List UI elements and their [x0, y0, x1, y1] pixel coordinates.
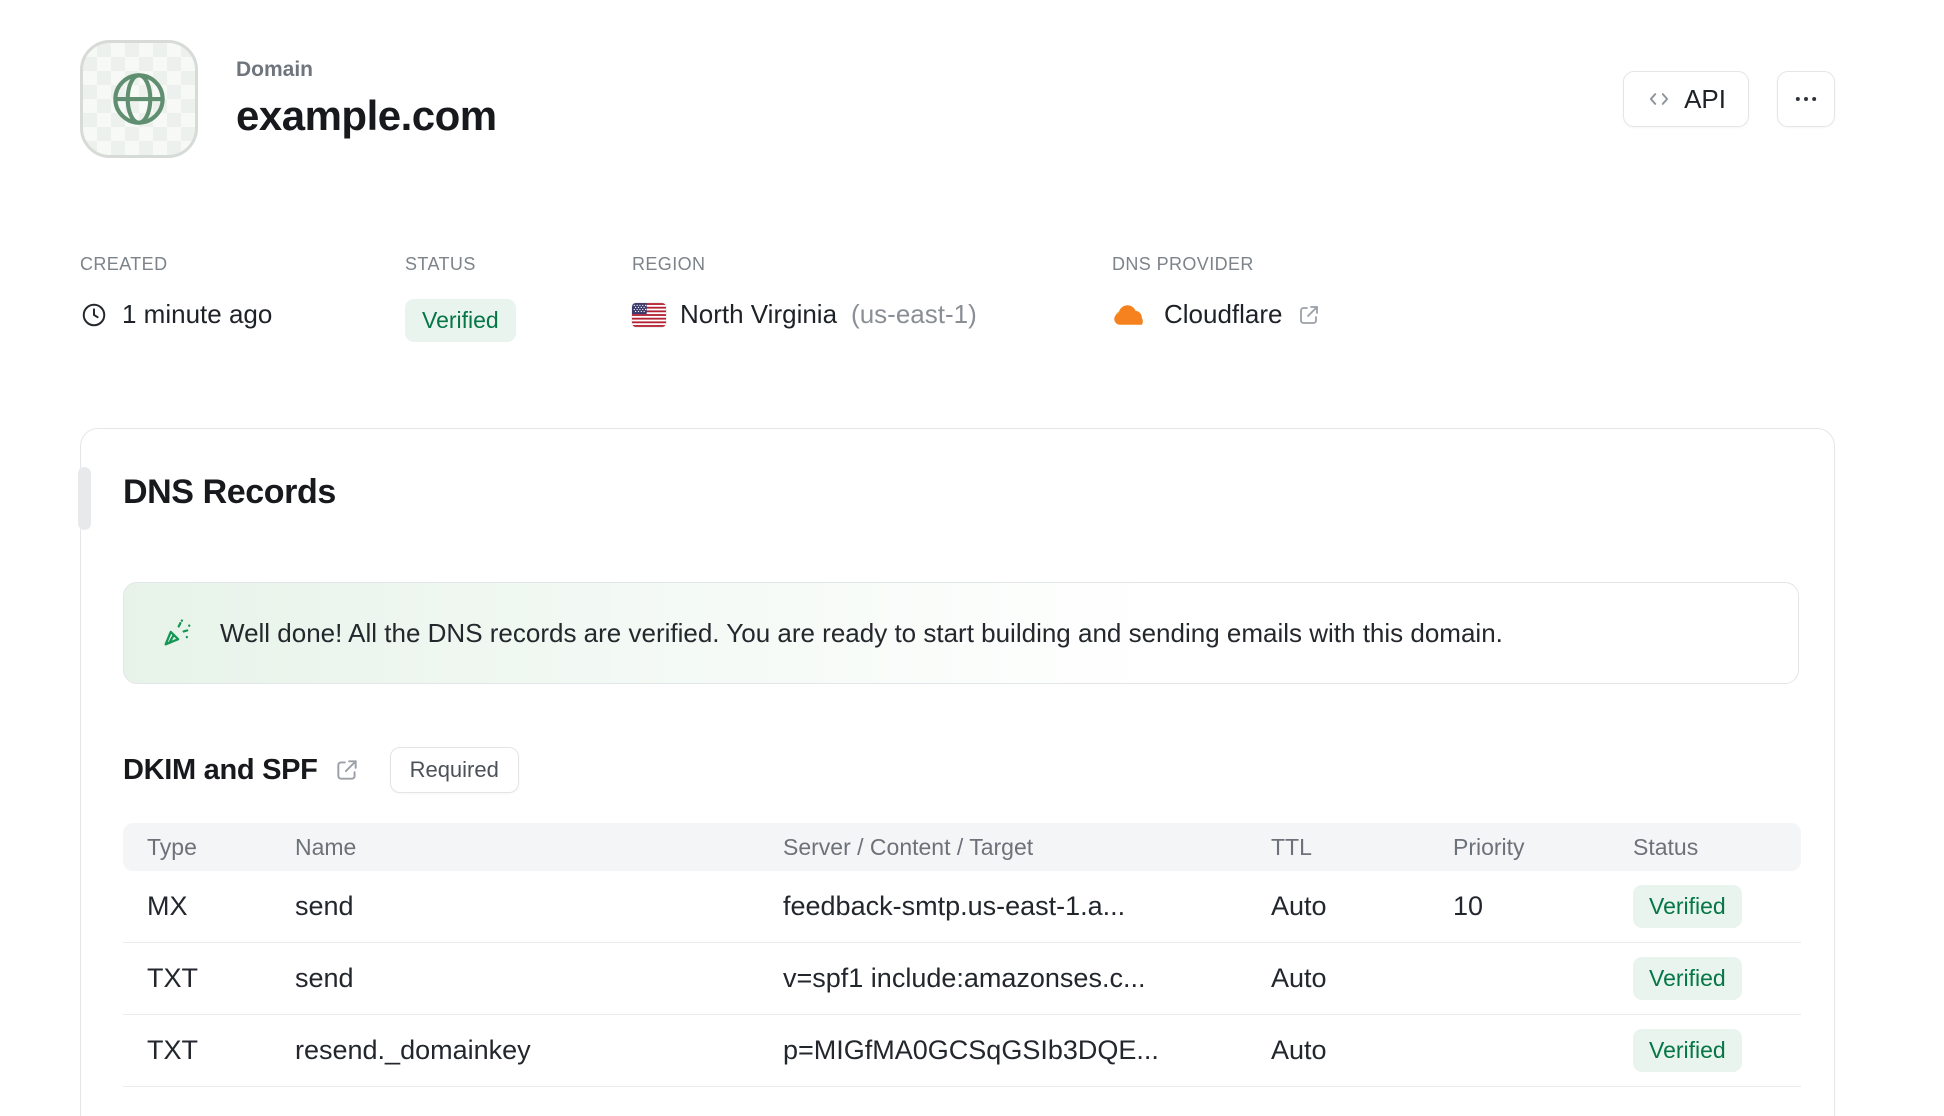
cell-name: send: [295, 963, 354, 993]
cell-content: feedback-smtp.us-east-1.a...: [783, 891, 1126, 921]
meta-region: REGION North Virginia (us-east-1): [632, 254, 1112, 342]
cell-ttl: Auto: [1271, 1035, 1327, 1065]
region-code: (us-east-1): [851, 299, 977, 329]
meta-created: CREATED 1 minute ago: [80, 254, 405, 342]
table-row: TXT resend._domainkey p=MIGfMA0GCSqGSIb3…: [123, 1015, 1801, 1087]
cell-type: MX: [147, 891, 188, 921]
table-row: TXT send v=spf1 include:amazonses.c... A…: [123, 943, 1801, 1015]
verified-banner-text: Well done! All the DNS records are verif…: [220, 617, 1503, 648]
created-label: CREATED: [80, 254, 168, 274]
dkim-external-link-icon[interactable]: [334, 757, 360, 783]
page-eyebrow: Domain: [236, 58, 314, 81]
cell-content: p=MIGfMA0GCSqGSIb3DQE...: [783, 1035, 1159, 1065]
status-badge: Verified: [405, 299, 516, 342]
clock-icon: [80, 301, 108, 329]
globe-icon: [106, 66, 172, 132]
col-content: Server / Content / Target: [783, 833, 1034, 860]
cell-status: Verified: [1609, 1029, 1801, 1072]
api-button[interactable]: API: [1623, 71, 1749, 127]
dns-provider-label: DNS PROVIDER: [1112, 254, 1254, 274]
required-badge: Required: [389, 747, 519, 793]
cell-ttl: Auto: [1271, 891, 1327, 921]
col-priority: Priority: [1453, 833, 1525, 860]
code-icon: [1646, 86, 1672, 112]
page-header: Domain example.com API: [80, 40, 1835, 158]
row-status-badge: Verified: [1633, 1029, 1742, 1072]
col-name: Name: [295, 833, 357, 860]
dns-table: Type Name Server / Content / Target TTL …: [123, 823, 1801, 1087]
domain-detail-page: Domain example.com API CREATED 1 minute …: [0, 0, 1944, 1116]
header-actions: API: [1623, 71, 1835, 127]
dns-records-title: DNS Records: [123, 473, 336, 511]
table-row: MX send feedback-smtp.us-east-1.a... Aut…: [123, 871, 1801, 943]
region-label: REGION: [632, 254, 706, 274]
api-button-label: API: [1684, 83, 1726, 114]
verified-banner: Well done! All the DNS records are verif…: [123, 582, 1799, 684]
cell-status: Verified: [1609, 957, 1801, 1000]
more-menu-button[interactable]: [1777, 71, 1835, 127]
cell-type: TXT: [147, 963, 198, 993]
cell-priority: 10: [1453, 891, 1484, 921]
page-title: example.com: [236, 92, 497, 139]
domain-titles: Domain example.com: [236, 58, 497, 140]
cell-ttl: Auto: [1271, 963, 1327, 993]
cell-name: send: [295, 891, 354, 921]
cell-type: TXT: [147, 1035, 198, 1065]
domain-avatar: [80, 40, 198, 158]
ellipsis-icon: [1792, 85, 1820, 113]
meta-row: CREATED 1 minute ago STATUS Verified REG…: [80, 254, 1944, 342]
dkim-spf-title: DKIM and SPF: [123, 753, 318, 786]
us-flag-icon: [632, 302, 666, 327]
dns-provider-value: Cloudflare: [1164, 299, 1283, 329]
section-indicator: [78, 467, 91, 530]
created-value: 1 minute ago: [122, 299, 273, 329]
cell-content: v=spf1 include:amazonses.c...: [783, 963, 1146, 993]
party-popper-icon: [160, 616, 194, 650]
row-status-badge: Verified: [1633, 957, 1742, 1000]
status-label: STATUS: [405, 254, 476, 274]
row-status-badge: Verified: [1633, 885, 1742, 928]
region-value: North Virginia: [680, 299, 838, 329]
col-status: Status: [1633, 833, 1699, 860]
cell-status: Verified: [1609, 885, 1801, 928]
col-ttl: TTL: [1271, 833, 1312, 860]
provider-external-link-icon[interactable]: [1297, 303, 1321, 327]
meta-dns-provider: DNS PROVIDER Cloudflare: [1112, 254, 1321, 342]
dns-records-card: DNS Records Well done! All the DNS recor…: [78, 428, 1835, 1116]
cell-name: resend._domainkey: [295, 1035, 531, 1065]
dkim-spf-header: DKIM and SPF Required: [123, 747, 1799, 793]
dns-table-header: Type Name Server / Content / Target TTL …: [123, 823, 1801, 871]
cloudflare-icon: [1112, 302, 1150, 328]
meta-status: STATUS Verified: [405, 254, 632, 342]
domain-identity: Domain example.com: [80, 40, 497, 158]
col-type: Type: [147, 833, 197, 860]
